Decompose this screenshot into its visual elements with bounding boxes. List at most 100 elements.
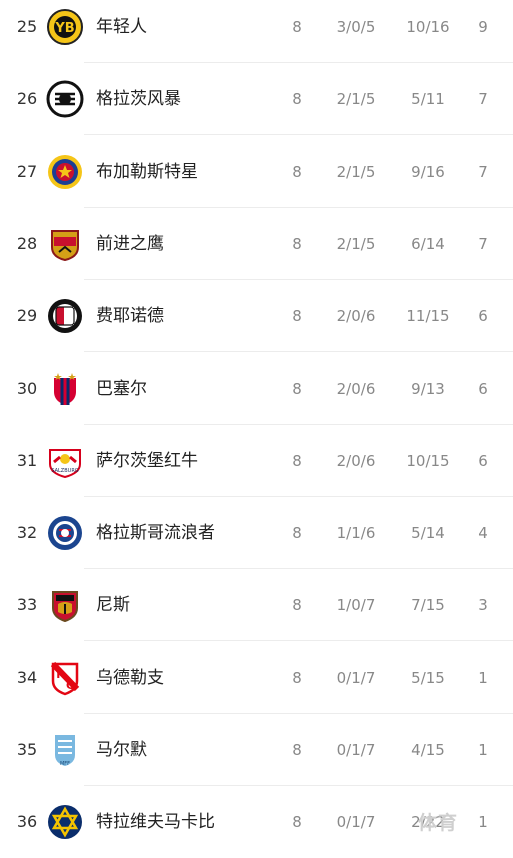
goals-cell: 6/14	[411, 235, 445, 253]
table-row[interactable]: 30 巴塞尔 8 2/0/6 9/13 6	[0, 353, 513, 425]
played-cell: 8	[292, 235, 302, 253]
svg-text:YB: YB	[54, 21, 74, 36]
table-row[interactable]: 31 SALZBURG 萨尔茨堡红牛 8 2/0/6 10/15 6	[0, 425, 513, 497]
maccabi-tel-aviv-logo	[46, 803, 84, 841]
goals-cell: 5/11	[411, 90, 445, 108]
played-cell: 8	[292, 524, 302, 542]
played-cell: 8	[292, 380, 302, 398]
points-cell: 4	[478, 524, 488, 542]
goals-cell: 10/15	[406, 452, 450, 470]
rank-cell: 27	[16, 162, 38, 181]
rank-cell: 32	[16, 523, 38, 542]
win-draw-loss-cell: 2/1/5	[336, 90, 376, 108]
svg-text:C: C	[66, 679, 74, 692]
points-cell: 9	[478, 18, 488, 36]
table-row[interactable]: 34 F C 乌德勒支 8 0/1/7 5/15 1	[0, 642, 513, 714]
win-draw-loss-cell: 1/0/7	[336, 596, 376, 614]
played-cell: 8	[292, 18, 302, 36]
watermark: 体育	[418, 808, 508, 838]
win-draw-loss-cell: 2/0/6	[336, 452, 376, 470]
team-name[interactable]: 马尔默	[96, 714, 147, 786]
played-cell: 8	[292, 741, 302, 759]
basel-logo	[46, 370, 84, 408]
feyenoord-logo	[46, 297, 84, 335]
rangers-logo	[46, 514, 84, 552]
rank-cell: 30	[16, 379, 38, 398]
points-cell: 3	[478, 596, 488, 614]
win-draw-loss-cell: 0/1/7	[336, 741, 376, 759]
table-row[interactable]: 29 费耶诺德 8 2/0/6 11/15 6	[0, 280, 513, 352]
played-cell: 8	[292, 90, 302, 108]
fcsb-logo	[46, 153, 84, 191]
played-cell: 8	[292, 813, 302, 831]
win-draw-loss-cell: 2/1/5	[336, 163, 376, 181]
rank-cell: 25	[16, 17, 38, 36]
played-cell: 8	[292, 452, 302, 470]
utrecht-logo: FC	[46, 659, 84, 697]
team-name[interactable]: 萨尔茨堡红牛	[96, 425, 198, 497]
svg-text:SALZBURG: SALZBURG	[51, 468, 78, 474]
rank-cell: 29	[16, 306, 38, 325]
points-cell: 7	[478, 163, 488, 181]
points-cell: 1	[478, 741, 488, 759]
watermark-text: 体育	[418, 812, 459, 834]
win-draw-loss-cell: 0/1/7	[336, 669, 376, 687]
team-name[interactable]: 年轻人	[96, 0, 147, 63]
rank-cell: 31	[16, 451, 38, 470]
goals-cell: 11/15	[406, 307, 450, 325]
points-cell: 7	[478, 235, 488, 253]
team-name[interactable]: 前进之鹰	[96, 208, 164, 280]
rank-cell: 33	[16, 595, 38, 614]
table-row[interactable]: 25 YB 年轻人 8 3/0/5 10/16 9	[0, 0, 513, 63]
table-row[interactable]: 32 格拉斯哥流浪者 8 1/1/6 5/14 4	[0, 497, 513, 569]
goals-cell: 10/16	[406, 18, 450, 36]
win-draw-loss-cell: 3/0/5	[336, 18, 376, 36]
rank-cell: 34	[16, 668, 38, 687]
table-row[interactable]: 27 布加勒斯特星 8 2/1/5 9/16 7	[0, 136, 513, 208]
team-name[interactable]: 巴塞尔	[96, 353, 147, 425]
points-cell: 6	[478, 380, 488, 398]
win-draw-loss-cell: 0/1/7	[336, 813, 376, 831]
go-ahead-eagles-logo	[46, 225, 84, 263]
points-cell: 6	[478, 452, 488, 470]
sturm-graz-logo	[46, 80, 84, 118]
goals-cell: 9/16	[411, 163, 445, 181]
played-cell: 8	[292, 596, 302, 614]
played-cell: 8	[292, 163, 302, 181]
win-draw-loss-cell: 2/1/5	[336, 235, 376, 253]
rank-cell: 28	[16, 234, 38, 253]
malmo-logo: MFF	[46, 731, 84, 769]
table-row[interactable]: 26 格拉茨风暴 8 2/1/5 5/11 7	[0, 63, 513, 135]
team-name[interactable]: 格拉茨风暴	[96, 63, 181, 135]
goals-cell: 4/15	[411, 741, 445, 759]
team-name[interactable]: 格拉斯哥流浪者	[96, 497, 215, 569]
win-draw-loss-cell: 2/0/6	[336, 307, 376, 325]
points-cell: 6	[478, 307, 488, 325]
team-name[interactable]: 乌德勒支	[96, 642, 164, 714]
team-name[interactable]: 特拉维夫马卡比	[96, 786, 215, 858]
salzburg-logo: SALZBURG	[46, 442, 84, 480]
team-name[interactable]: 尼斯	[96, 569, 130, 641]
goals-cell: 7/15	[411, 596, 445, 614]
goals-cell: 9/13	[411, 380, 445, 398]
nice-logo	[46, 586, 84, 624]
win-draw-loss-cell: 2/0/6	[336, 380, 376, 398]
points-cell: 7	[478, 90, 488, 108]
played-cell: 8	[292, 669, 302, 687]
points-cell: 1	[478, 669, 488, 687]
win-draw-loss-cell: 1/1/6	[336, 524, 376, 542]
table-row[interactable]: 33 尼斯 8 1/0/7 7/15 3	[0, 569, 513, 641]
played-cell: 8	[292, 307, 302, 325]
goals-cell: 5/14	[411, 524, 445, 542]
svg-text:F: F	[56, 668, 64, 681]
rank-cell: 26	[16, 89, 38, 108]
rank-cell: 36	[16, 812, 38, 831]
goals-cell: 5/15	[411, 669, 445, 687]
team-name[interactable]: 布加勒斯特星	[96, 136, 198, 208]
young-boys-logo: YB	[46, 8, 84, 46]
svg-text:MFF: MFF	[60, 761, 70, 767]
table-row[interactable]: 28 前进之鹰 8 2/1/5 6/14 7	[0, 208, 513, 280]
table-row[interactable]: 35 MFF 马尔默 8 0/1/7 4/15 1	[0, 714, 513, 786]
team-name[interactable]: 费耶诺德	[96, 280, 164, 352]
rank-cell: 35	[16, 740, 38, 759]
